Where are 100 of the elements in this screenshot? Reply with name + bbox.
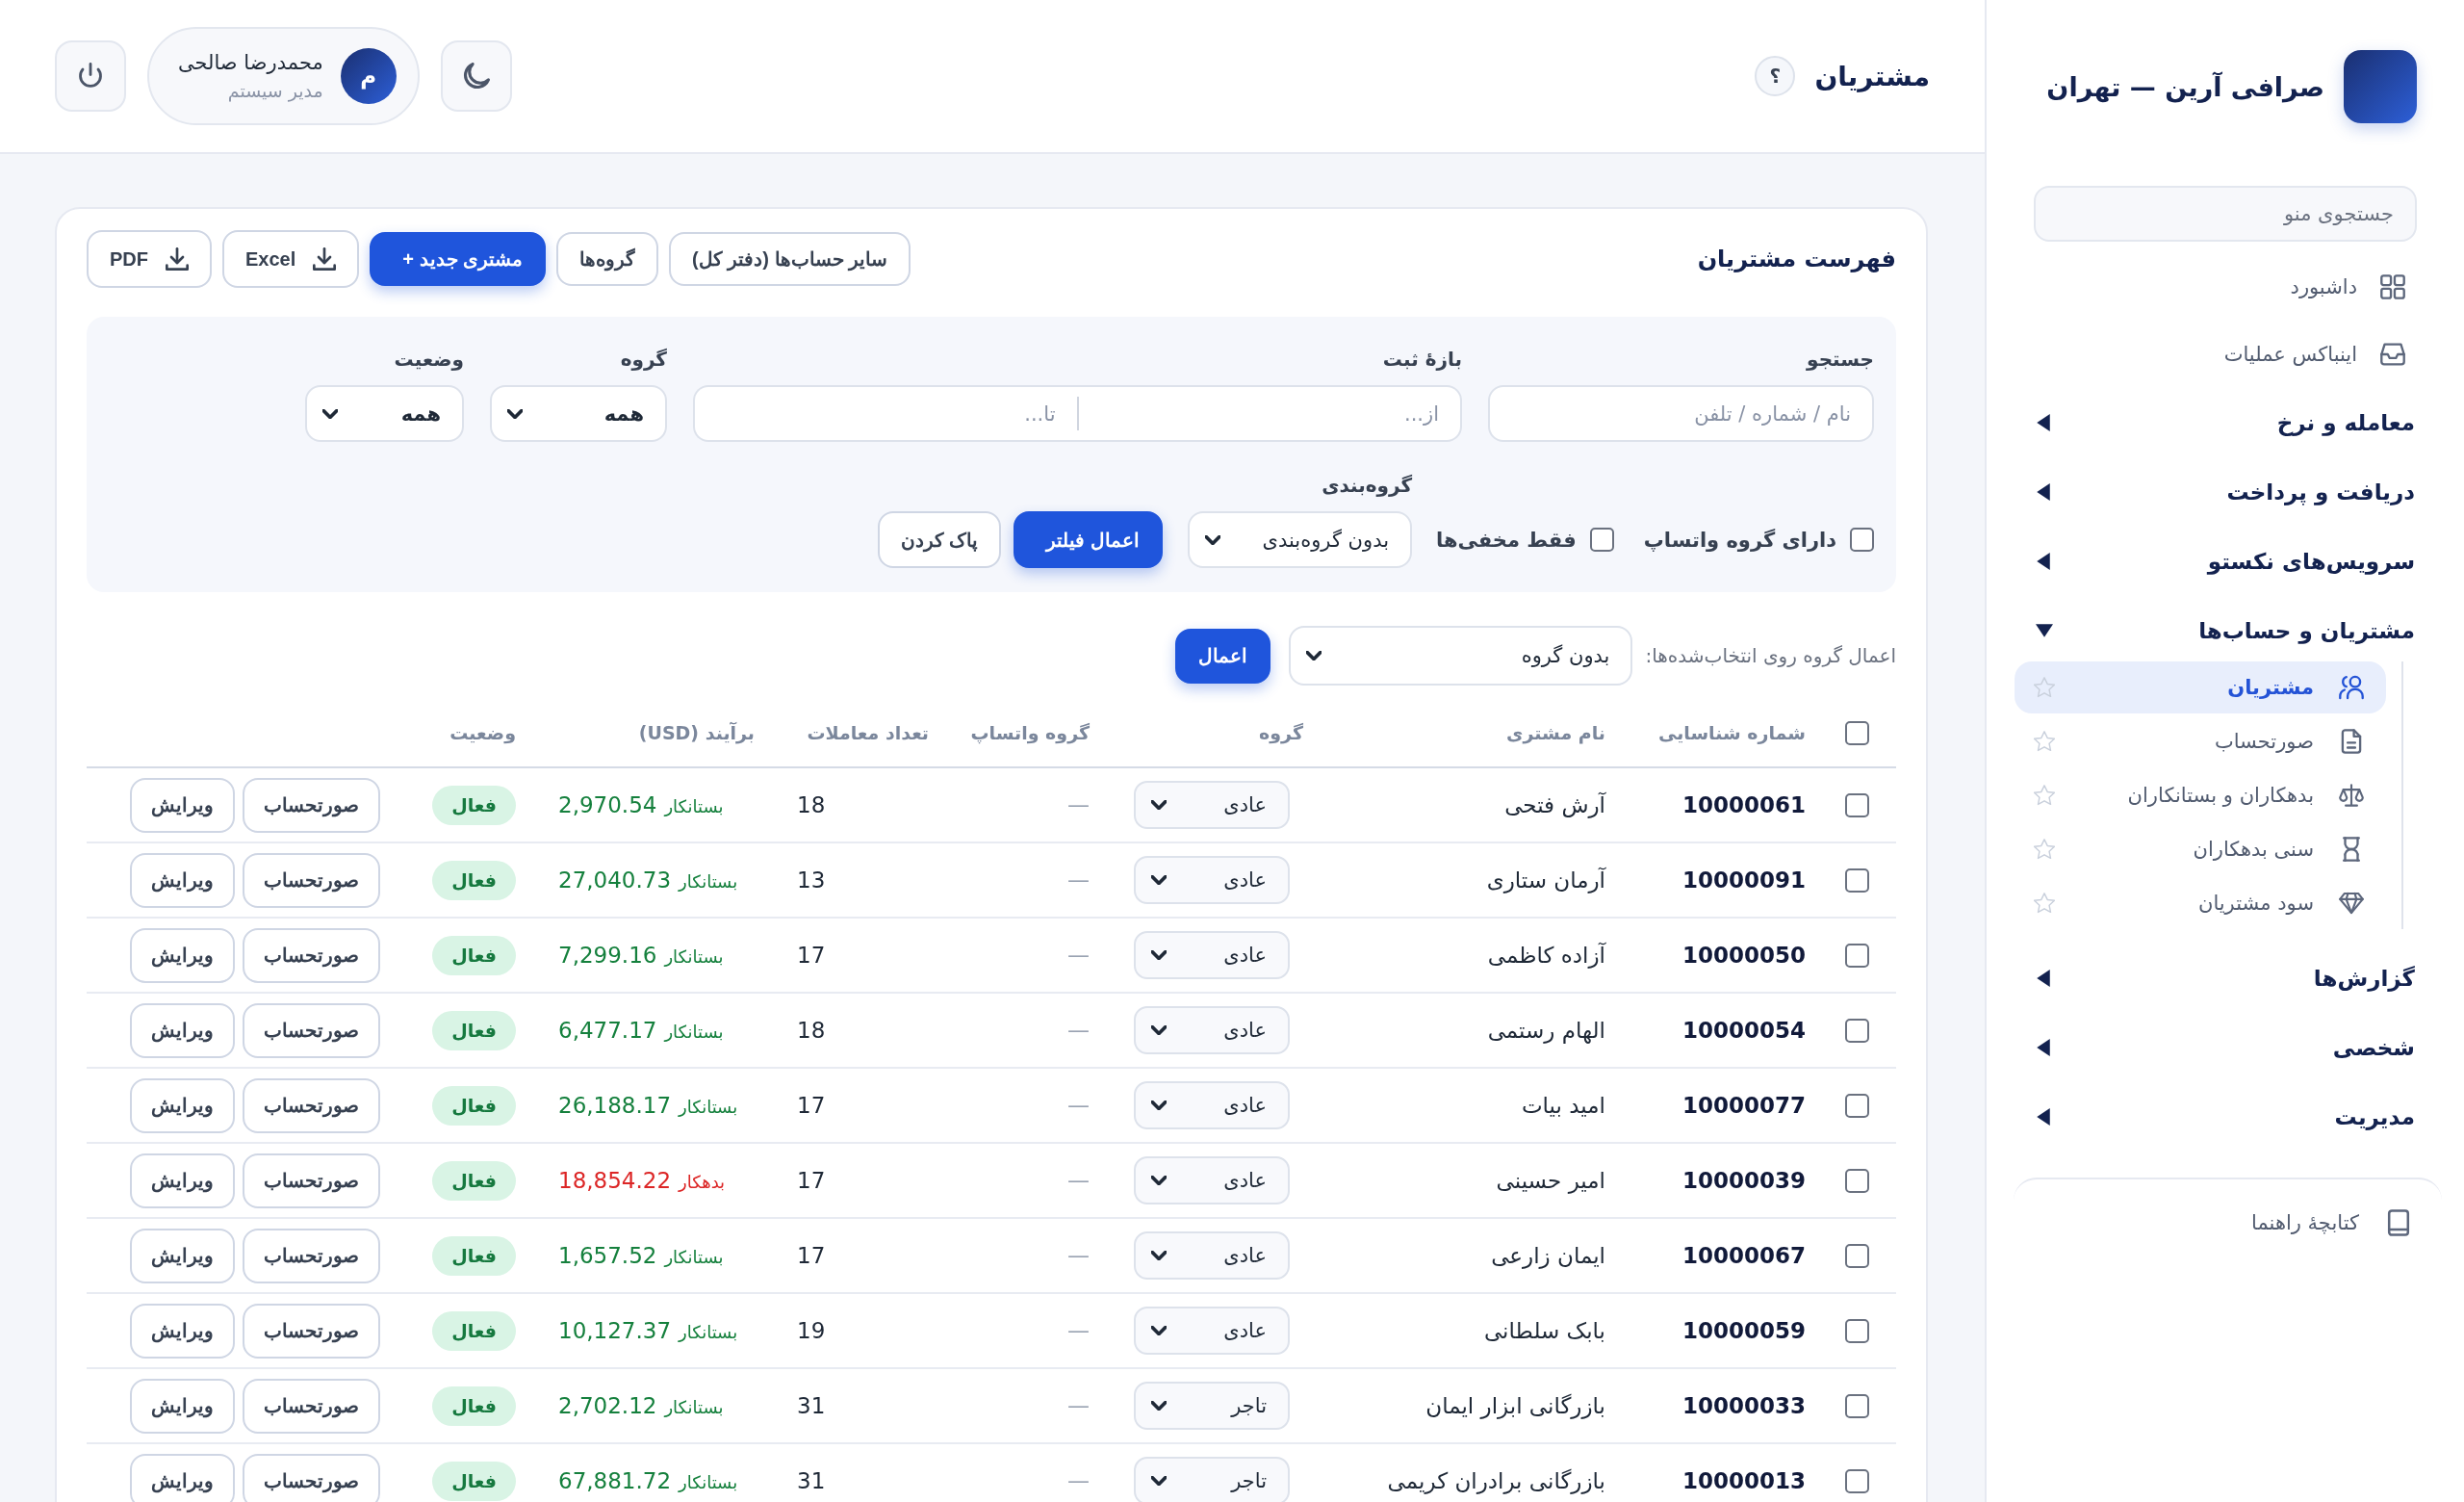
sidebar-item[interactable]: مشتریان (2015, 661, 2386, 713)
sidebar-section[interactable]: دریافت و پرداخت (2034, 457, 2417, 527)
row-action-button[interactable]: ویرایش (130, 1002, 235, 1058)
menu-search-field[interactable]: جستجوی منو (2034, 186, 2417, 242)
row-checkbox[interactable] (1844, 792, 1869, 817)
sidebar-item[interactable]: بدهکاران و بستانکاران (2015, 769, 2386, 821)
row-action-button[interactable]: ویرایش (130, 1453, 235, 1502)
balance-amount: 67,881.72 (558, 1468, 672, 1493)
row-action-button[interactable]: ویرایش (130, 1228, 235, 1283)
status-select[interactable]: همه (305, 385, 464, 442)
sidebar-section[interactable]: شخصی (2034, 1013, 2417, 1082)
row-group-select[interactable]: تاجر (1134, 1382, 1290, 1430)
customer-name: امیر حسینی (1495, 1168, 1606, 1193)
logout-button[interactable] (55, 40, 126, 112)
brand-logo-icon (2344, 50, 2417, 123)
row-checkbox[interactable] (1844, 868, 1869, 893)
toolbar-button[interactable]: گروه‌ها (556, 232, 659, 286)
status-badge: فعال (432, 935, 516, 975)
row-group-select[interactable]: عادی (1134, 781, 1290, 829)
row-action-button[interactable]: ویرایش (130, 1378, 235, 1434)
row-group-select[interactable]: عادی (1134, 1156, 1290, 1204)
deal-count: 17 (796, 1243, 827, 1268)
sidebar-item[interactable]: صورتحساب (2015, 715, 2386, 767)
row-action-button[interactable]: ویرایش (130, 1077, 235, 1133)
row-action-button[interactable]: ویرایش (130, 852, 235, 908)
row-checkbox[interactable] (1844, 1018, 1869, 1043)
row-action-button[interactable]: صورتحساب (243, 777, 380, 833)
chevron-down-icon (1306, 651, 1322, 660)
sidebar-item[interactable]: داشبورد (2034, 253, 2417, 321)
deal-count: 17 (796, 1168, 827, 1193)
export-button[interactable]: PDF (87, 230, 212, 288)
sidebar-section[interactable]: معامله و نرخ (2034, 388, 2417, 457)
row-action-button[interactable]: صورتحساب (243, 927, 380, 983)
row-action-button[interactable]: ویرایش (130, 1303, 235, 1359)
balance-amount: 2,702.12 (558, 1393, 657, 1418)
row-action-button[interactable]: ویرایش (130, 777, 235, 833)
row-group-select[interactable]: تاجر (1134, 1457, 1290, 1502)
apply-button[interactable]: اعمال (1175, 628, 1271, 684)
deal-count: 18 (796, 792, 827, 817)
sidebar-section[interactable]: مدیریت (2034, 1082, 2417, 1152)
row-action-button[interactable]: صورتحساب (243, 1152, 380, 1208)
checkbox-label: فقط مخفی‌ها (1436, 528, 1577, 552)
checkbox[interactable] (1589, 528, 1614, 552)
theme-toggle-button[interactable] (440, 40, 512, 112)
row-action-button[interactable]: صورتحساب (243, 1453, 380, 1502)
row-action-button[interactable]: صورتحساب (243, 852, 380, 908)
customer-id: 10000013 (1681, 1468, 1807, 1493)
user-menu[interactable]: م محمدرضا صالحی مدیر سیستم (147, 27, 420, 125)
column-header: وضعیت (449, 722, 517, 743)
grouping-select[interactable]: بدون گروه‌بندی (1188, 511, 1413, 568)
chevron-down-icon (507, 408, 523, 419)
row-group-select[interactable]: عادی (1134, 1081, 1290, 1129)
chevron-down-icon (1151, 875, 1167, 885)
row-group-select[interactable]: عادی (1134, 931, 1290, 979)
balance-scale-icon (2339, 783, 2364, 808)
sidebar-item[interactable]: سنی بدهکاران (2015, 823, 2386, 875)
search-field[interactable]: نام / شماره / تلفن (1488, 385, 1874, 442)
row-group-select[interactable]: عادی (1134, 1231, 1290, 1280)
toolbar-button[interactable]: + مشتری جدید (370, 232, 547, 286)
whatsapp-group: — (940, 1318, 1101, 1343)
row-checkbox[interactable] (1844, 1093, 1869, 1118)
select-all-checkbox[interactable] (1844, 720, 1869, 745)
customer-name: بازرگانی برادران کریمی (1386, 1468, 1606, 1493)
row-checkbox[interactable] (1844, 1243, 1869, 1268)
row-action-button[interactable]: ویرایش (130, 927, 235, 983)
row-checkbox[interactable] (1844, 1468, 1869, 1493)
sidebar-section[interactable]: گزارش‌ها (2034, 944, 2417, 1013)
sidebar-item[interactable]: سود مشتریان (2015, 877, 2386, 929)
filter-button[interactable]: اعمال فیلتر (1014, 511, 1164, 568)
row-checkbox[interactable] (1844, 1168, 1869, 1193)
sidebar-section[interactable]: سرویس‌های نکستو (2034, 527, 2417, 596)
customer-id: 10000077 (1681, 1093, 1807, 1118)
row-action-button[interactable]: صورتحساب (243, 1378, 380, 1434)
row-action-button[interactable]: صورتحساب (243, 1303, 380, 1359)
row-group-select[interactable]: عادی (1134, 1307, 1290, 1355)
balance-amount: 26,188.17 (558, 1093, 672, 1118)
row-action-button[interactable]: صورتحساب (243, 1002, 380, 1058)
row-checkbox[interactable] (1844, 1318, 1869, 1343)
help-button[interactable]: ؟ (1755, 56, 1796, 96)
bulk-group-select[interactable]: بدون گروه (1289, 626, 1633, 686)
row-checkbox[interactable] (1844, 1393, 1869, 1418)
deal-count: 19 (796, 1318, 827, 1343)
power-icon (77, 63, 104, 90)
help-guide-link[interactable]: کتابچهٔ راهنما (2251, 1193, 2411, 1253)
status-badge: فعال (432, 1160, 516, 1201)
row-action-button[interactable]: صورتحساب (243, 1077, 380, 1133)
row-action-button[interactable]: ویرایش (130, 1152, 235, 1208)
row-checkbox[interactable] (1844, 943, 1869, 968)
row-group-select[interactable]: عادی (1134, 856, 1290, 904)
sidebar-item[interactable]: اینباکس عملیات (2034, 321, 2417, 388)
group-select[interactable]: همه (490, 385, 667, 442)
row-action-button[interactable]: صورتحساب (243, 1228, 380, 1283)
customer-id: 10000039 (1681, 1168, 1807, 1193)
chevron-down-icon (1151, 1401, 1167, 1411)
bulk-group-label: اعمال گروه روی انتخاب‌شده‌ها: (1645, 644, 1896, 667)
row-group-select[interactable]: عادی (1134, 1006, 1290, 1054)
filter-button[interactable]: پاک کردن (877, 511, 1002, 568)
checkbox[interactable] (1850, 528, 1874, 552)
export-button[interactable]: Excel (222, 230, 360, 288)
toolbar-button[interactable]: سایر حساب‌ها (دفتر کل) (669, 232, 911, 286)
